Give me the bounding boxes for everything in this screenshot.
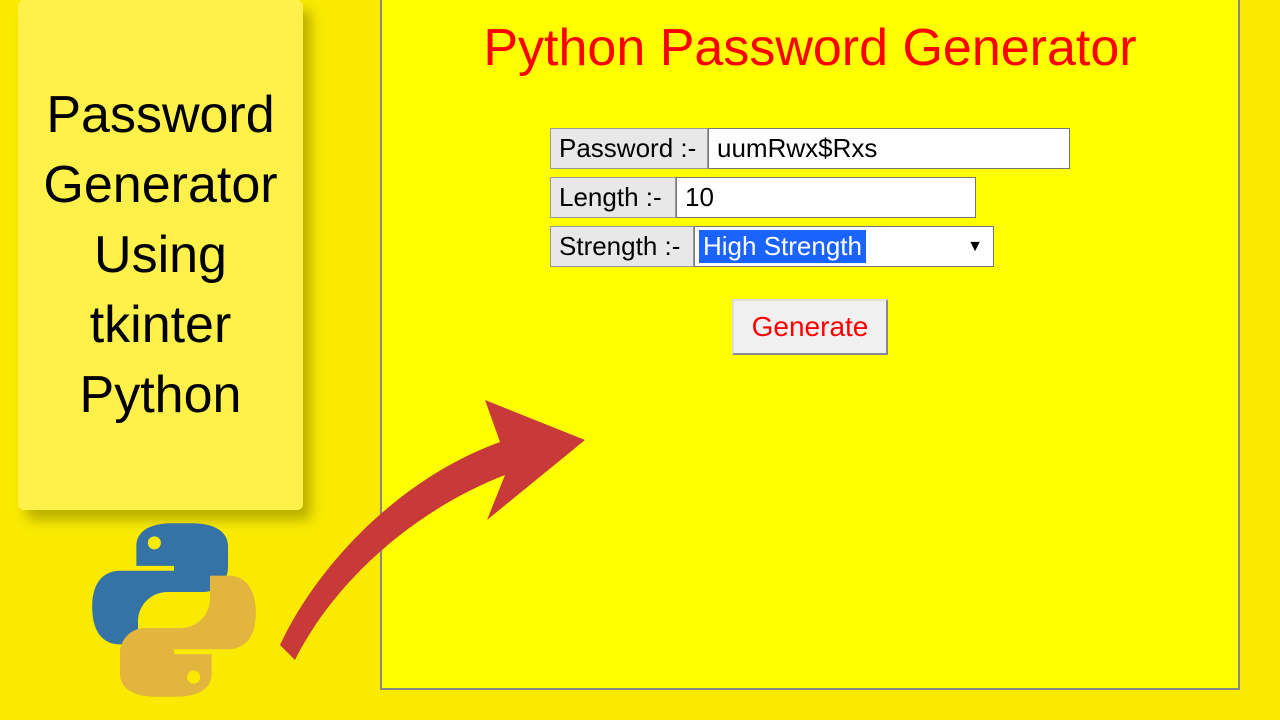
password-output[interactable]: [708, 128, 1070, 169]
thumbnail-title-card: Password Generator Using tkinter Python: [18, 0, 303, 510]
row-password: Password :-: [550, 128, 1070, 169]
length-input[interactable]: [676, 177, 976, 218]
row-length: Length :-: [550, 177, 1070, 218]
strength-select[interactable]: High Strength ▼: [694, 226, 994, 267]
row-strength: Strength :- High Strength ▼: [550, 226, 1070, 267]
length-label: Length :-: [550, 177, 676, 218]
strength-label: Strength :-: [550, 226, 694, 267]
chevron-down-icon: ▼: [967, 238, 989, 256]
password-label: Password :-: [550, 128, 708, 169]
generate-button[interactable]: Generate: [732, 299, 889, 355]
python-logo-icon: [84, 520, 264, 700]
thumbnail-title: Password Generator Using tkinter Python: [26, 80, 295, 431]
strength-value: High Strength: [699, 230, 866, 263]
arrow-up-right-icon: [275, 380, 605, 680]
app-title: Python Password Generator: [382, 0, 1238, 128]
form: Password :- Length :- Strength :- High S…: [550, 128, 1070, 355]
